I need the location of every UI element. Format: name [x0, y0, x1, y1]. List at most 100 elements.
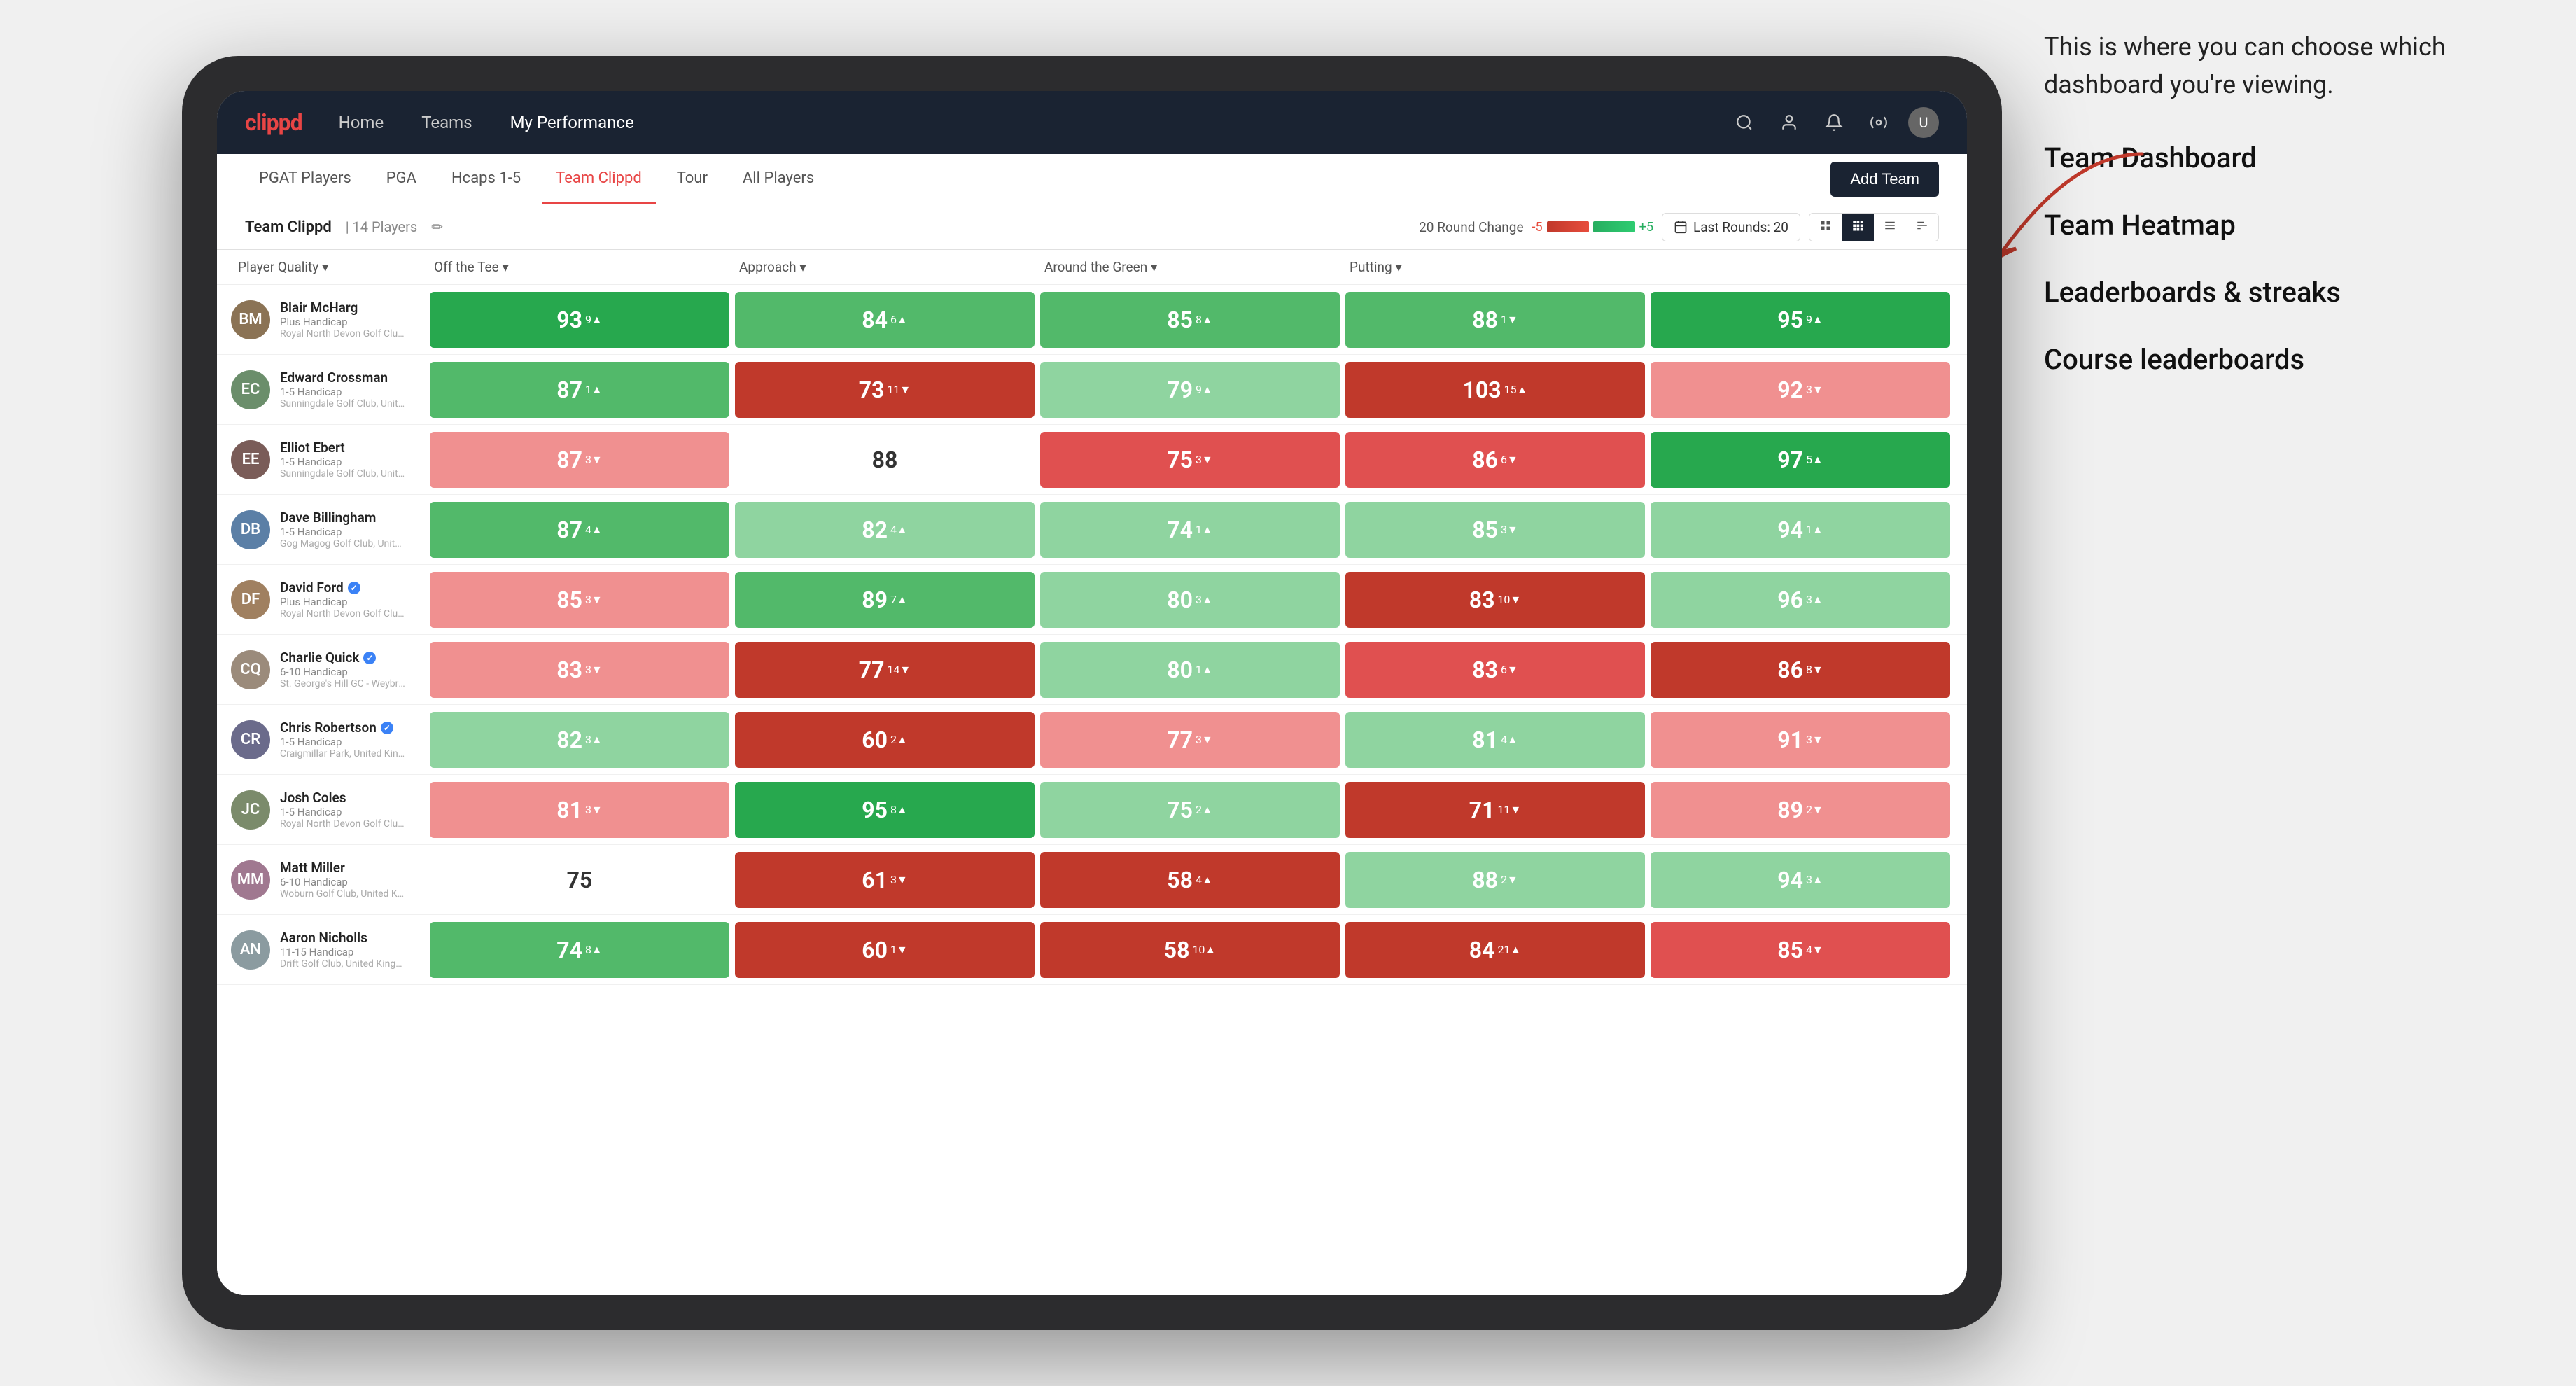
stat-cell[interactable]: 8310▼ — [1345, 572, 1645, 628]
settings-icon[interactable] — [1863, 107, 1894, 138]
stat-cell[interactable]: 814▲ — [1345, 712, 1645, 768]
stat-cell[interactable]: 7111▼ — [1345, 782, 1645, 838]
col-off-tee[interactable]: Off the Tee ▾ — [427, 250, 732, 284]
col-around-green[interactable]: Around the Green ▾ — [1037, 250, 1343, 284]
stat-cell[interactable]: 7311▼ — [735, 362, 1035, 418]
sub-nav-pgat[interactable]: PGAT Players — [245, 154, 365, 204]
table-row[interactable]: DFDavid Ford✓Plus HandicapRoyal North De… — [217, 565, 1967, 635]
col-player-quality[interactable]: Player Quality ▾ — [231, 250, 427, 284]
stat-cell[interactable]: 88 — [735, 432, 1035, 488]
sub-nav-pga[interactable]: PGA — [372, 154, 430, 204]
nav-home[interactable]: Home — [330, 107, 393, 138]
stat-cell[interactable]: 803▲ — [1040, 572, 1340, 628]
player-name[interactable]: Charlie Quick✓ — [280, 650, 420, 666]
stat-cell[interactable]: 881▼ — [1345, 292, 1645, 348]
user-avatar[interactable]: U — [1908, 107, 1939, 138]
stat-cell[interactable]: 833▼ — [430, 642, 729, 698]
heatmap-view-button[interactable] — [1842, 214, 1874, 241]
stat-cell[interactable]: 10315▲ — [1345, 362, 1645, 418]
stat-cell[interactable]: 958▲ — [735, 782, 1035, 838]
player-name[interactable]: Matt Miller — [280, 860, 420, 876]
stat-cell[interactable]: 799▲ — [1040, 362, 1340, 418]
stat-cell[interactable]: 959▲ — [1651, 292, 1950, 348]
search-icon[interactable] — [1729, 107, 1760, 138]
stat-cell[interactable]: 601▼ — [735, 922, 1035, 978]
player-name[interactable]: Edward Crossman — [280, 370, 420, 386]
grid-view-button[interactable] — [1809, 214, 1842, 241]
table-row[interactable]: ECEdward Crossman1-5 HandicapSunningdale… — [217, 355, 1967, 425]
add-team-button[interactable]: Add Team — [1830, 162, 1939, 197]
last-rounds-selector[interactable]: Last Rounds: 20 — [1662, 213, 1800, 241]
sub-nav-hcaps[interactable]: Hcaps 1-5 — [438, 154, 535, 204]
player-name[interactable]: Aaron Nicholls — [280, 930, 420, 946]
stat-value: 77 — [859, 657, 885, 683]
stat-cell[interactable]: 773▼ — [1040, 712, 1340, 768]
stat-cell[interactable]: 941▲ — [1651, 502, 1950, 558]
player-name[interactable]: Blair McHarg — [280, 300, 420, 316]
stat-value: 89 — [1777, 797, 1803, 823]
stat-cell[interactable]: 8421▲ — [1345, 922, 1645, 978]
stat-cell[interactable]: 5810▲ — [1040, 922, 1340, 978]
stat-cell[interactable]: 584▲ — [1040, 852, 1340, 908]
stat-cell[interactable]: 939▲ — [430, 292, 729, 348]
stat-cell[interactable]: 823▲ — [430, 712, 729, 768]
sub-nav-tour[interactable]: Tour — [663, 154, 722, 204]
table-row[interactable]: EEElliot Ebert1-5 HandicapSunningdale Go… — [217, 425, 1967, 495]
player-name[interactable]: Chris Robertson✓ — [280, 720, 420, 736]
col-approach[interactable]: Approach ▾ — [732, 250, 1037, 284]
change-badge: 3▲ — [1196, 593, 1213, 607]
stat-cell[interactable]: 963▲ — [1651, 572, 1950, 628]
stat-cell[interactable]: 748▲ — [430, 922, 729, 978]
stat-cell[interactable]: 874▲ — [430, 502, 729, 558]
table-row[interactable]: JCJosh Coles1-5 HandicapRoyal North Devo… — [217, 775, 1967, 845]
stat-cell[interactable]: 854▼ — [1651, 922, 1950, 978]
player-name[interactable]: Dave Billingham — [280, 510, 420, 526]
nav-teams[interactable]: Teams — [413, 107, 480, 138]
stat-cell[interactable]: 882▼ — [1345, 852, 1645, 908]
stat-cell[interactable]: 836▼ — [1345, 642, 1645, 698]
list-view-button[interactable] — [1874, 214, 1906, 241]
table-row[interactable]: MMMatt Miller6-10 HandicapWoburn Golf Cl… — [217, 845, 1967, 915]
stat-cell[interactable]: 873▼ — [430, 432, 729, 488]
stat-cell[interactable]: 7714▼ — [735, 642, 1035, 698]
stat-cell[interactable]: 892▼ — [1651, 782, 1950, 838]
sort-button[interactable] — [1906, 214, 1938, 241]
stat-cell[interactable]: 866▼ — [1345, 432, 1645, 488]
stat-cell[interactable]: 943▲ — [1651, 852, 1950, 908]
stat-cell[interactable]: 824▲ — [735, 502, 1035, 558]
table-row[interactable]: CRChris Robertson✓1-5 HandicapCraigmilla… — [217, 705, 1967, 775]
stat-cell[interactable]: 801▲ — [1040, 642, 1340, 698]
col-putting[interactable]: Putting ▾ — [1343, 250, 1648, 284]
stat-cell[interactable]: 813▼ — [430, 782, 729, 838]
stat-cell[interactable]: 923▼ — [1651, 362, 1950, 418]
edit-icon[interactable]: ✏ — [431, 218, 443, 235]
stat-cell[interactable]: 846▲ — [735, 292, 1035, 348]
stat-cell[interactable]: 853▼ — [430, 572, 729, 628]
table-row[interactable]: CQCharlie Quick✓6-10 HandicapSt. George'… — [217, 635, 1967, 705]
nav-my-performance[interactable]: My Performance — [502, 107, 643, 138]
player-name[interactable]: David Ford✓ — [280, 580, 420, 596]
profile-icon[interactable] — [1774, 107, 1805, 138]
stat-cell[interactable]: 853▼ — [1345, 502, 1645, 558]
stat-cell[interactable]: 913▼ — [1651, 712, 1950, 768]
player-name[interactable]: Josh Coles — [280, 790, 420, 806]
player-name[interactable]: Elliot Ebert — [280, 440, 420, 456]
change-badge: 8▲ — [890, 803, 908, 817]
table-row[interactable]: ANAaron Nicholls11-15 HandicapDrift Golf… — [217, 915, 1967, 985]
stat-cell[interactable]: 871▲ — [430, 362, 729, 418]
stat-cell[interactable]: 868▼ — [1651, 642, 1950, 698]
stat-cell[interactable]: 741▲ — [1040, 502, 1340, 558]
sub-nav-all-players[interactable]: All Players — [729, 154, 828, 204]
table-row[interactable]: BMBlair McHargPlus HandicapRoyal North D… — [217, 285, 1967, 355]
sub-nav-team-clippd[interactable]: Team Clippd — [542, 154, 656, 204]
bell-icon[interactable] — [1819, 107, 1849, 138]
stat-cell[interactable]: 602▲ — [735, 712, 1035, 768]
stat-cell[interactable]: 897▲ — [735, 572, 1035, 628]
stat-cell[interactable]: 975▲ — [1651, 432, 1950, 488]
stat-cell[interactable]: 858▲ — [1040, 292, 1340, 348]
stat-cell[interactable]: 752▲ — [1040, 782, 1340, 838]
stat-cell[interactable]: 613▼ — [735, 852, 1035, 908]
table-row[interactable]: DBDave Billingham1-5 HandicapGog Magog G… — [217, 495, 1967, 565]
stat-cell[interactable]: 75 — [430, 852, 729, 908]
stat-cell[interactable]: 753▼ — [1040, 432, 1340, 488]
